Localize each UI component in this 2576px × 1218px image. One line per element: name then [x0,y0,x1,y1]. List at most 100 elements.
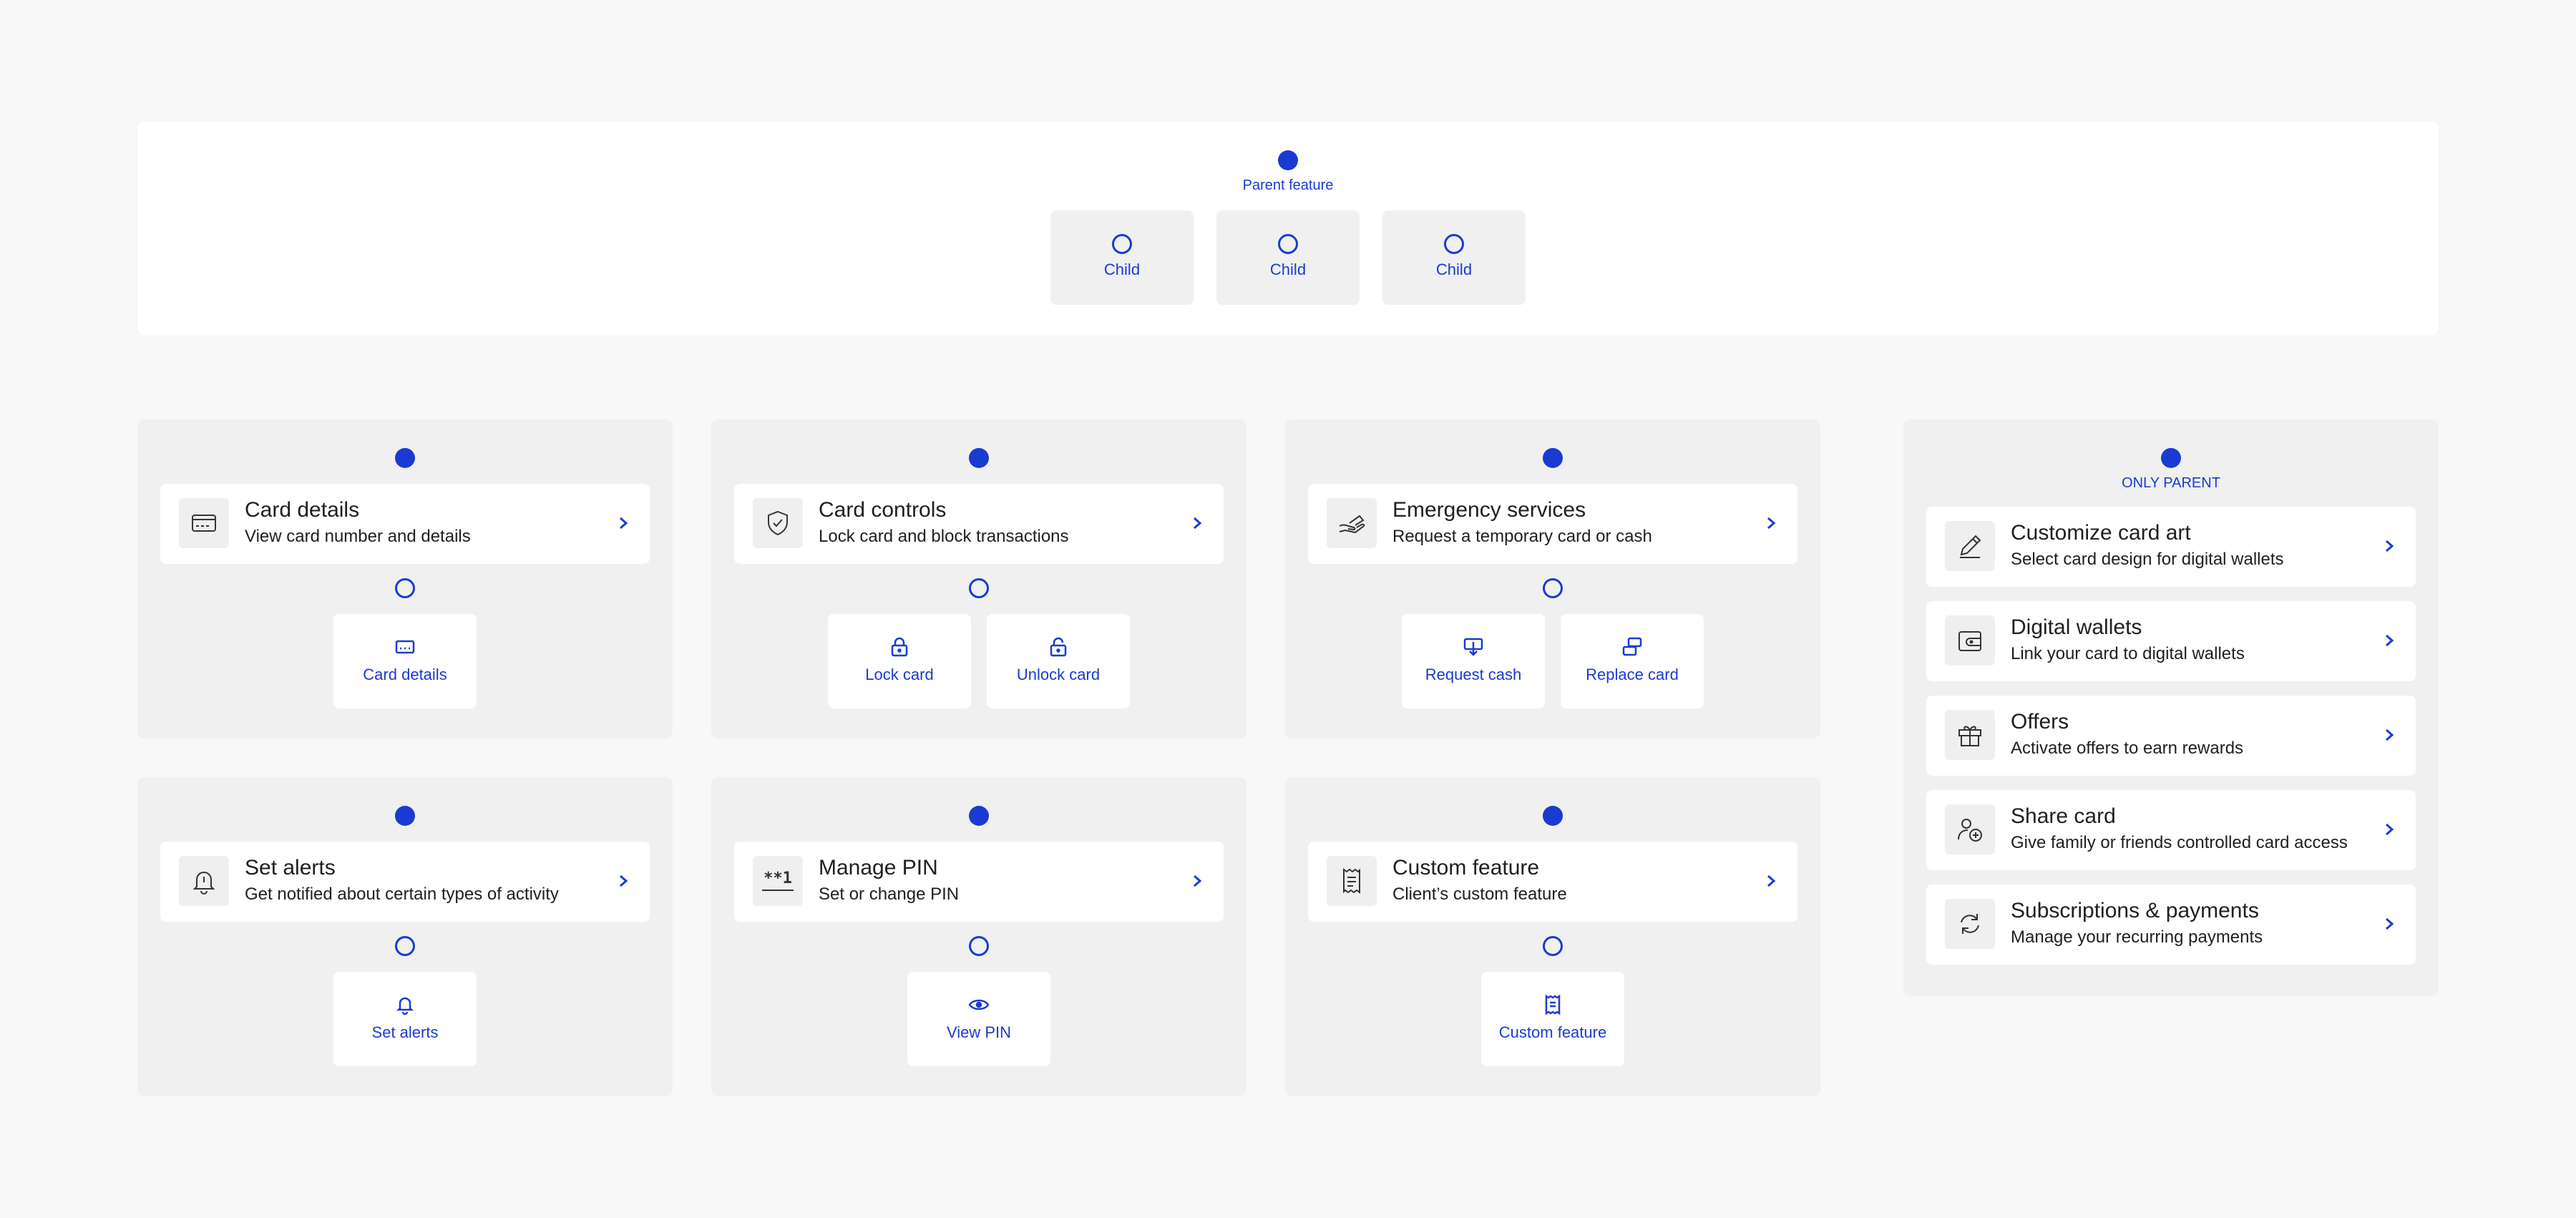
feature-title: Customize card art [2011,521,2191,545]
replace-card-icon [1621,635,1644,658]
parent-dot [395,448,415,468]
chevron-right-icon [2379,819,2400,840]
feature-subtitle: Set or change PIN [819,885,960,904]
child-tile-replace-card[interactable]: Replace card [1561,614,1704,708]
feature-subtitle: View card number and details [245,527,471,546]
child-tile-label: Lock card [865,666,934,683]
feature-title: Manage PIN [819,856,938,880]
child-tile-label: Custom feature [1498,1023,1607,1041]
child-tile-request-cash[interactable]: Request cash [1402,614,1545,708]
child-tiles: Lock card Unlock card [711,614,1246,708]
legend-child-3: Child [1382,210,1526,305]
child-tiles: Custom feature [1285,972,1820,1066]
card-small-icon [394,635,416,658]
child-ring [1543,936,1563,956]
child-ring-icon [1444,234,1464,254]
receipt-icon [1327,856,1377,906]
chevron-right-icon [613,870,634,892]
chevron-right-icon [2379,630,2400,651]
child-ring [1543,578,1563,598]
refresh-icon [1945,899,1995,949]
child-tile-custom-feature[interactable]: Custom feature [1481,972,1624,1066]
group-manage-pin: **1 Manage PIN Set or change PIN View PI… [711,777,1246,1096]
pin-icon: **1 [753,856,803,906]
shield-check-icon [753,498,803,548]
child-tile-label: Unlock card [1016,666,1101,683]
parent-dot [2161,448,2181,468]
legend-child-label: Child [1435,260,1473,278]
chevron-right-icon [2379,724,2400,746]
cash-request-icon [1462,635,1485,658]
group-card-details: Card details View card number and detail… [137,419,673,739]
feature-row-manage-pin[interactable]: **1 Manage PIN Set or change PIN [734,842,1224,922]
parent-dot [395,806,415,826]
parent-dot [969,806,989,826]
chevron-right-icon [2379,913,2400,935]
child-ring-icon [1112,234,1132,254]
child-ring [395,936,415,956]
feature-subtitle: Select card design for digital wallets [2011,550,2284,569]
lock-icon [888,635,911,658]
parent-dot [1543,448,1563,468]
child-tile-set-alerts[interactable]: Set alerts [333,972,477,1066]
feature-subtitle: Request a temporary card or cash [1392,527,1652,546]
chevron-right-icon [1760,870,1782,892]
child-tile-card-details[interactable]: Card details [333,614,477,708]
child-tile-label: Set alerts [371,1023,439,1041]
feature-subtitle: Client’s custom feature [1392,885,1567,904]
feature-title: Share card [2011,804,2116,828]
feature-row-card-controls[interactable]: Card controls Lock card and block transa… [734,484,1224,564]
bell-icon [179,856,229,906]
wallet-icon [1945,615,1995,666]
parent-feature-dot [1278,150,1298,170]
child-tile-label: Card details [363,666,447,683]
feature-row-emergency-services[interactable]: Emergency services Request a temporary c… [1308,484,1797,564]
feature-title: Card controls [819,498,947,522]
parent-feature-label: Parent feature [1242,177,1334,193]
child-tile-lock-card[interactable]: Lock card [828,614,971,708]
child-tile-label: Request cash [1425,666,1522,683]
feature-title: Emergency services [1392,498,1586,522]
feature-title: Offers [2011,710,2069,734]
legend-child-label: Child [1269,260,1307,278]
feature-row-offers[interactable]: Offers Activate offers to earn rewards [1926,696,2416,776]
child-tile-unlock-card[interactable]: Unlock card [987,614,1130,708]
feature-row-card-details[interactable]: Card details View card number and detail… [160,484,650,564]
child-ring [395,578,415,598]
pin-underline [762,890,794,891]
chevron-right-icon [1186,870,1208,892]
chevron-right-icon [613,512,634,534]
feature-row-custom-feature[interactable]: Custom feature Client’s custom feature [1308,842,1797,922]
group-custom-feature: Custom feature Client’s custom feature C… [1285,777,1820,1096]
chevron-right-icon [1760,512,1782,534]
legend-child-1: Child [1050,210,1194,305]
feature-title: Custom feature [1392,856,1540,880]
child-tiles: Request cash Replace card [1285,614,1820,708]
feature-row-customize-card-art[interactable]: Customize card art Select card design fo… [1926,507,2416,587]
feature-title: Digital wallets [2011,615,2142,639]
child-ring [969,936,989,956]
group-card-controls: Card controls Lock card and block transa… [711,419,1246,739]
feature-subtitle: Get notified about certain types of acti… [245,885,559,904]
feature-row-set-alerts[interactable]: Set alerts Get notified about certain ty… [160,842,650,922]
only-parent-label: ONLY PARENT [2122,475,2220,491]
child-ring-icon [1278,234,1298,254]
parent-dot [969,448,989,468]
feature-title: Set alerts [245,856,336,880]
pin-glyph: **1 [763,869,792,887]
child-tiles: View PIN [711,972,1246,1066]
child-tile-label: View PIN [946,1023,1012,1041]
feature-row-digital-wallets[interactable]: Digital wallets Link your card to digita… [1926,601,2416,681]
feature-row-share-card[interactable]: Share card Give family or friends contro… [1926,790,2416,870]
parent-dot [1543,806,1563,826]
legend-child-2: Child [1216,210,1360,305]
receipt-small-icon [1541,993,1564,1016]
pen-icon [1945,521,1995,571]
feature-subtitle: Link your card to digital wallets [2011,644,2245,663]
only-parent-panel: ONLY PARENT Customize card art Select ca… [1903,419,2439,996]
bell-small-icon [394,993,416,1016]
child-tile-view-pin[interactable]: View PIN [907,972,1050,1066]
feature-subtitle: Manage your recurring payments [2011,927,2263,947]
feature-row-subscriptions-payments[interactable]: Subscriptions & payments Manage your rec… [1926,885,2416,965]
child-tiles: Card details [137,614,673,708]
